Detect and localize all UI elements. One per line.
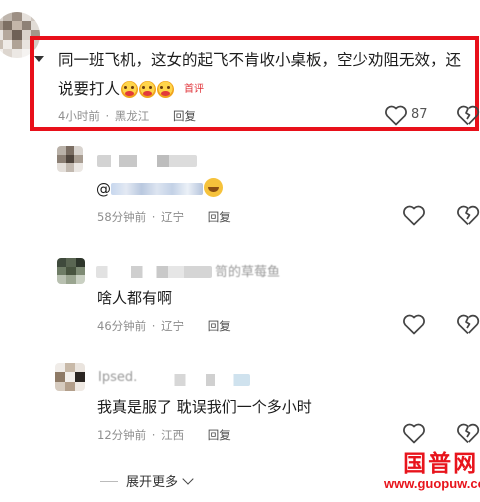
dislike-broken-heart-icon[interactable] — [456, 204, 480, 226]
author-name-fragment[interactable]: Ӏpsed. — [98, 370, 137, 385]
reply-button[interactable]: 回复 — [208, 319, 231, 333]
comment-time: 58分钟前 — [97, 210, 147, 224]
emoji-icon — [139, 81, 157, 98]
reply-3-meta: 12分钟前 · 江西 回复 — [97, 428, 231, 442]
comment-location: 辽宁 — [161, 319, 185, 333]
comment-location: 江西 — [161, 428, 185, 442]
avatar-reply-1[interactable] — [57, 146, 83, 172]
reply-1-text: @ — [96, 178, 223, 198]
reply-button[interactable]: 回复 — [208, 428, 231, 442]
reply-3-text: 我真是服了 耽误我们一个多小时 — [97, 398, 312, 416]
reply-2-text: 啥人都有啊 — [97, 289, 173, 307]
reply-1-meta: 58分钟前 · 辽宁 回复 — [97, 210, 231, 224]
emoji-group — [121, 81, 175, 98]
author-name-blurred[interactable] — [158, 374, 250, 386]
author-name-blurred[interactable] — [96, 266, 212, 278]
author-name-fragment[interactable]: 笥的草莓鱼 — [215, 261, 280, 280]
main-comment-text: 同一班飞机，这女的起飞不肯收小桌板，空少劝阻无效，还说要打人 首评 — [58, 46, 463, 104]
expand-more-button[interactable]: 展开更多 — [100, 471, 194, 490]
first-comment-badge: 首评 — [184, 84, 205, 95]
mention-prefix: @ — [96, 180, 111, 198]
avatar-reply-2[interactable] — [57, 258, 85, 284]
main-comment-body: 同一班飞机，这女的起飞不肯收小桌板，空少劝阻无效，还说要打人 — [58, 51, 462, 98]
comment-location: 辽宁 — [161, 210, 185, 224]
chevron-down-icon — [182, 473, 194, 485]
comment-time: 12分钟前 — [97, 428, 147, 442]
main-comment-meta: 4小时前 · 黑龙江 回复 — [58, 109, 196, 123]
heart-outline-icon[interactable] — [402, 204, 426, 226]
laughing-emoji-icon — [204, 178, 223, 197]
heart-outline-icon[interactable] — [402, 313, 426, 335]
mention-blurred[interactable] — [111, 183, 203, 195]
expand-more-label: 展开更多 — [126, 475, 179, 490]
avatar-reply-3[interactable] — [55, 363, 85, 391]
emoji-icon — [121, 81, 139, 98]
heart-outline-icon[interactable] — [402, 422, 426, 444]
watermark: 国普网 www.guopuw.com — [384, 444, 480, 491]
comment-location: 黑龙江 — [114, 109, 150, 123]
comment-time: 4小时前 — [58, 109, 100, 123]
divider — [100, 481, 118, 482]
like-count: 87 — [411, 107, 428, 122]
reply-button[interactable]: 回复 — [208, 210, 231, 224]
reply-button[interactable]: 回复 — [173, 109, 196, 123]
emoji-icon — [157, 81, 175, 98]
heart-outline-icon[interactable] — [384, 104, 408, 126]
comment-time: 46分钟前 — [97, 319, 147, 333]
dislike-broken-heart-icon[interactable] — [456, 422, 480, 444]
dislike-broken-heart-icon[interactable] — [456, 104, 480, 126]
reply-2-meta: 46分钟前 · 辽宁 回复 — [97, 319, 231, 333]
author-name-blurred[interactable] — [97, 155, 197, 167]
dislike-broken-heart-icon[interactable] — [456, 313, 480, 335]
watermark-url: www.guopuw.com — [384, 476, 480, 491]
watermark-title: 国普网 — [403, 450, 479, 477]
